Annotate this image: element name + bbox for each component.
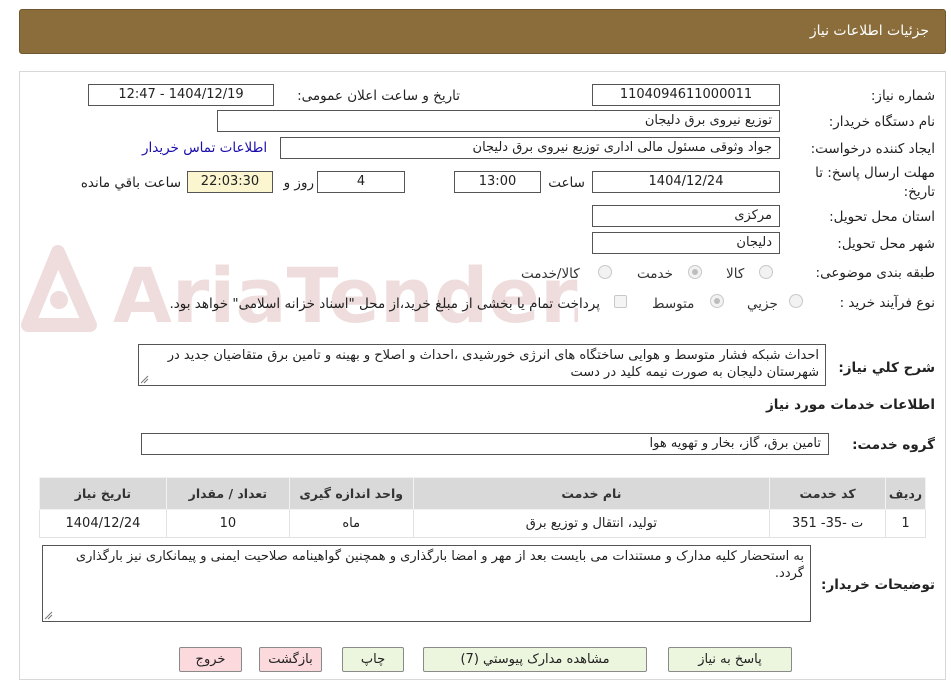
view-attachments-button[interactable]: مشاهده مدارک پیوستي (7) bbox=[423, 647, 647, 672]
requester-label: ایجاد کننده درخواست: bbox=[810, 141, 935, 157]
description-text: احداث شبکه فشار متوسط و هوایی ساختگاه ها… bbox=[167, 348, 819, 380]
buyer-org-label: نام دستگاه خریدار: bbox=[828, 114, 935, 130]
table-header-row: ردیف کد خدمت نام خدمت واحد اندازه گیری ت… bbox=[39, 477, 926, 510]
province-field: مرکزی bbox=[592, 205, 780, 227]
resize-grip-icon[interactable] bbox=[140, 375, 149, 384]
description-textarea[interactable]: احداث شبکه فشار متوسط و هوایی ساختگاه ها… bbox=[138, 344, 826, 386]
table-row: 1 ت -35- 351 تولید، انتقال و توزیع برق م… bbox=[39, 509, 926, 538]
buyer-org-field: توزیع نیروی برق دلیجان bbox=[217, 110, 780, 132]
days-field: 4 bbox=[317, 171, 405, 193]
remaining-label: ساعت باقي مانده bbox=[80, 175, 181, 191]
buyer-notes-label: توضیحات خریدار: bbox=[821, 577, 935, 593]
process-medium-label: متوسط bbox=[652, 296, 695, 312]
cell-unit: ماه bbox=[288, 509, 414, 538]
cell-service-code: ت -35- 351 bbox=[769, 509, 887, 538]
treasury-payment-checkbox[interactable] bbox=[614, 295, 627, 308]
announce-datetime-field: 1404/12/19 - 12:47 bbox=[88, 84, 274, 106]
city-label: شهر محل تحویل: bbox=[837, 236, 935, 252]
deadline-time-label: ساعت bbox=[548, 175, 585, 191]
category-service-radio[interactable] bbox=[688, 265, 702, 279]
page-title: جزئیات اطلاعات نیاز bbox=[809, 23, 929, 39]
need-number-label: شماره نیاز: bbox=[870, 88, 935, 104]
service-group-label: گروه خدمت: bbox=[852, 437, 935, 453]
reply-button[interactable]: پاسخ به نیاز bbox=[668, 647, 792, 672]
cell-quantity: 10 bbox=[165, 509, 290, 538]
category-both-radio[interactable] bbox=[598, 265, 612, 279]
process-small-radio[interactable] bbox=[789, 294, 803, 308]
resize-grip-icon[interactable] bbox=[44, 611, 53, 620]
requester-field: جواد وثوقی مسئول مالی اداری توزیع نیروی … bbox=[280, 137, 780, 159]
treasury-payment-note: پرداخت تمام یا بخشی از مبلغ خرید،از محل … bbox=[169, 296, 600, 312]
description-label: شرح کلي نیاز: bbox=[838, 360, 935, 376]
buyer-contact-link[interactable]: اطلاعات تماس خریدار bbox=[142, 140, 267, 156]
cell-service-name: تولید، انتقال و توزیع برق bbox=[412, 509, 771, 538]
col-unit-header: واحد اندازه گیری bbox=[288, 477, 414, 510]
col-name-header: نام خدمت bbox=[412, 477, 771, 510]
cell-row-number: 1 bbox=[885, 509, 926, 538]
remaining-time-field: 22:03:30 bbox=[187, 171, 273, 193]
buyer-notes-text: به استحضار کلیه مدارک و مستندات می بایست… bbox=[75, 549, 804, 581]
category-both-label: کالا/خدمت bbox=[521, 266, 580, 282]
exit-button[interactable]: خروج bbox=[179, 647, 242, 672]
services-table: ردیف کد خدمت نام خدمت واحد اندازه گیری ت… bbox=[39, 477, 926, 538]
buyer-notes-textarea[interactable]: به استحضار کلیه مدارک و مستندات می بایست… bbox=[42, 545, 811, 622]
need-number-field: 1104094611000011 bbox=[592, 84, 780, 106]
category-label: طبقه بندی موضوعی: bbox=[815, 265, 935, 281]
category-service-label: خدمت bbox=[637, 266, 673, 282]
category-goods-radio[interactable] bbox=[759, 265, 773, 279]
province-label: استان محل تحویل: bbox=[829, 209, 935, 225]
days-label: روز و bbox=[283, 175, 314, 191]
deadline-time-field: 13:00 bbox=[454, 171, 541, 193]
page-header: جزئیات اطلاعات نیاز bbox=[19, 9, 946, 54]
back-button[interactable]: بازگشت bbox=[259, 647, 322, 672]
process-medium-radio[interactable] bbox=[710, 294, 724, 308]
col-row-header: ردیف bbox=[885, 477, 926, 510]
category-goods-label: کالا bbox=[726, 266, 745, 282]
deadline-label: مهلت ارسال پاسخ: تا bbox=[815, 165, 935, 181]
service-group-field: تامین برق، گاز، بخار و تهویه هوا bbox=[141, 433, 829, 455]
city-field: دلیجان bbox=[592, 232, 780, 254]
deadline-date-field: 1404/12/24 bbox=[592, 171, 780, 193]
announce-label: تاریخ و ساعت اعلان عمومی: bbox=[297, 88, 460, 104]
deadline-label-date: تاریخ: bbox=[903, 184, 935, 200]
process-label: نوع فرآیند خرید : bbox=[839, 295, 935, 311]
process-small-label: جزیي bbox=[747, 296, 778, 312]
services-section-title: اطلاعات خدمات مورد نیاز bbox=[765, 397, 935, 413]
cell-need-date: 1404/12/24 bbox=[39, 509, 167, 538]
col-qty-header: تعداد / مقدار bbox=[165, 477, 290, 510]
col-date-header: تاریخ نیاز bbox=[39, 477, 167, 510]
print-button[interactable]: چاپ bbox=[342, 647, 404, 672]
col-code-header: کد خدمت bbox=[769, 477, 887, 510]
